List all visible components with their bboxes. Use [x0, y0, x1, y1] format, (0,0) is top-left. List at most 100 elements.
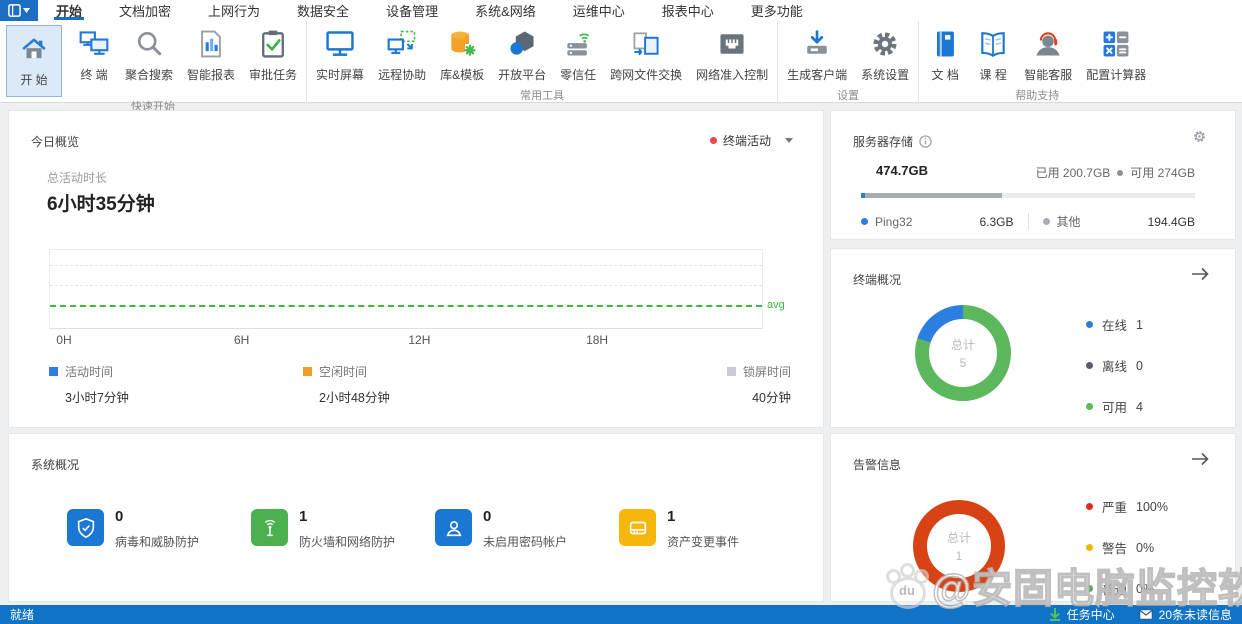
legend-label: 警告 — [1102, 542, 1128, 556]
ribbon-button-label: 网络准入控制 — [696, 68, 769, 82]
chevron-down-icon — [785, 138, 793, 143]
legend-item-warning: 警告 0% — [1086, 538, 1226, 557]
panel-server-storage: 服务器存储 474.7GB 已用 200.7GB 可用 274GB Ping32… — [830, 110, 1236, 240]
donut-center-value: 1 — [955, 549, 963, 563]
search-icon — [132, 27, 166, 61]
ribbon-button-file-exchange[interactable]: 跨网文件交换 — [603, 24, 689, 86]
arrow-right-icon[interactable] — [1191, 267, 1209, 286]
tab-device-management[interactable]: 设备管理 — [386, 0, 438, 21]
ribbon-button-label: 聚合搜索 — [125, 68, 174, 82]
unread-messages-label: 20条未读信息 — [1158, 608, 1232, 622]
ribbon-button-course[interactable]: 课 程 — [969, 24, 1017, 86]
system-item-firewall[interactable]: 1 防火墙和网络防护 — [251, 509, 435, 550]
storage-settings-gear-icon[interactable] — [1192, 129, 1207, 149]
ribbon-group-settings: 生成客户端 系统设置 设置 — [778, 21, 920, 102]
alerts-legend: 严重 100% 警告 0% 普通 0% — [1086, 497, 1226, 620]
panel-title: 系统概况 — [31, 458, 80, 472]
tab-report-center[interactable]: 报表中心 — [662, 0, 714, 21]
total-activity-value: 6小时35分钟 — [47, 194, 155, 215]
legend-value: 0 — [1136, 358, 1143, 373]
info-icon[interactable] — [919, 135, 932, 148]
terminal-activity-dropdown[interactable]: 终端活动 — [709, 132, 793, 149]
ribbon-button-smart-service[interactable]: 智能客服 — [1017, 24, 1079, 86]
ribbon-button-home[interactable]: 开 始 — [6, 25, 62, 97]
ribbon-button-label: 智能报表 — [187, 68, 236, 82]
zero-trust-icon — [561, 27, 595, 61]
ribbon-button-smart-report[interactable]: 智能报表 — [180, 24, 242, 86]
ribbon-button-config-calculator[interactable]: 配置计算器 — [1079, 24, 1153, 86]
remote-assist-icon — [385, 27, 419, 61]
panel-system-overview: 系统概况 0 病毒和威胁防护 1 防火墙和网络防护 0 未启用密码帐户 1 资产… — [8, 433, 824, 602]
ribbon-button-label: 远程协助 — [378, 68, 427, 82]
legend-item-normal: 普通 0% — [1086, 579, 1226, 598]
legend-label: 离线 — [1102, 360, 1128, 374]
ribbon-button-realtime-screen[interactable]: 实时屏幕 — [309, 24, 371, 86]
legend-item-online: 在线 1 — [1086, 315, 1226, 334]
tab-web-behavior[interactable]: 上网行为 — [208, 0, 260, 21]
ribbon-toolbar: 开 始 终 端 聚合搜索 智能报表 审批任务 快速开始 实时屏幕 远程协助 库&… — [0, 21, 1242, 113]
panel-terminal-overview: 终端概况 总计 5 在线 1 离线 0 可用 4 — [830, 248, 1236, 428]
legend-swatch — [726, 367, 736, 376]
unread-messages-button[interactable]: 20条未读信息 — [1138, 606, 1232, 623]
tab-ops-center[interactable]: 运维中心 — [573, 0, 625, 21]
tab-data-security[interactable]: 数据安全 — [297, 0, 349, 21]
ribbon-tab-bar: 开始 文档加密 上网行为 数据安全 设备管理 系统&网络 运维中心 报表中心 更… — [0, 0, 1242, 21]
ribbon-button-remote-assist[interactable]: 远程协助 — [371, 24, 433, 86]
chart-legend: 活动时间 3小时7分钟 空闲时间 2小时48分钟 锁屏时间 40分钟 — [49, 363, 793, 406]
ribbon-button-label: 课 程 — [979, 68, 1007, 82]
ribbon-button-label: 开 始 — [20, 73, 48, 87]
ribbon-button-docs[interactable]: 文 档 — [921, 24, 969, 86]
storage-used-label: 已用 200.7GB — [1035, 166, 1111, 180]
legend-label: 严重 — [1102, 501, 1128, 515]
tab-more-features[interactable]: 更多功能 — [751, 0, 803, 21]
ribbon-button-open-platform[interactable]: 开放平台 — [491, 24, 553, 86]
tab-doc-encryption[interactable]: 文档加密 — [119, 0, 171, 21]
alerts-donut-chart: 总计 1 — [913, 500, 1005, 592]
approval-task-icon — [256, 27, 290, 61]
legend-label: 锁屏时间 — [742, 365, 791, 379]
system-item-virus-protection[interactable]: 0 病毒和威胁防护 — [67, 509, 251, 550]
ribbon-button-generate-client[interactable]: 生成客户端 — [780, 24, 854, 86]
divider — [1027, 213, 1029, 230]
tab-system-network[interactable]: 系统&网络 — [475, 0, 536, 21]
task-center-label: 任务中心 — [1066, 608, 1115, 622]
activity-bar-chart: avg — [49, 249, 785, 329]
legend-value: 100% — [1136, 499, 1168, 514]
storage-item-other: 其他 194.4GB — [1042, 213, 1195, 230]
ribbon-button-zero-trust[interactable]: 零信任 — [553, 24, 603, 86]
ribbon-button-approval-task[interactable]: 审批任务 — [242, 24, 304, 86]
shield-check-icon — [67, 509, 104, 546]
legend-value: 3小时7分钟 — [65, 391, 129, 405]
system-item-password-account[interactable]: 0 未启用密码帐户 — [435, 509, 619, 550]
ribbon-button-label: 文 档 — [931, 68, 959, 82]
ribbon-button-label: 终 端 — [80, 68, 108, 82]
dropdown-label: 终端活动 — [722, 134, 771, 148]
app-menu-button[interactable] — [0, 0, 38, 21]
ribbon-button-aggregate-search[interactable]: 聚合搜索 — [118, 24, 180, 86]
system-item-asset-change[interactable]: 1 资产变更事件 — [619, 509, 803, 550]
legend-item-offline: 离线 0 — [1086, 356, 1226, 375]
storage-breakdown: Ping32 6.3GB 其他 194.4GB — [861, 213, 1195, 230]
ribbon-button-label: 开放平台 — [498, 68, 547, 82]
ribbon-button-terminals[interactable]: 终 端 — [70, 24, 118, 86]
ribbon-button-system-settings[interactable]: 系统设置 — [854, 24, 916, 86]
system-item-label: 资产变更事件 — [667, 535, 740, 549]
red-dot-icon — [709, 137, 717, 144]
storage-used-free: 已用 200.7GB 可用 274GB — [1036, 164, 1195, 181]
network-access-icon — [715, 27, 749, 61]
storage-free-label: 可用 274GB — [1130, 166, 1195, 180]
account-icon — [435, 509, 472, 546]
legend-item-active: 活动时间 3小时7分钟 — [49, 363, 293, 406]
legend-item-lock: 锁屏时间 40分钟 — [547, 363, 793, 406]
smart-service-icon — [1031, 27, 1065, 61]
system-item-label: 未启用密码帐户 — [483, 535, 568, 549]
config-calculator-icon — [1099, 27, 1133, 61]
envelope-icon — [1138, 609, 1153, 620]
system-item-label: 防火墙和网络防护 — [299, 535, 396, 549]
arrow-right-icon[interactable] — [1191, 452, 1209, 471]
ribbon-button-label: 零信任 — [560, 68, 597, 82]
ribbon-button-network-access[interactable]: 网络准入控制 — [689, 24, 775, 86]
ribbon-button-library-template[interactable]: 库&模板 — [433, 24, 491, 86]
tab-home[interactable]: 开始 — [53, 0, 85, 21]
task-center-button[interactable]: 任务中心 — [1049, 606, 1115, 623]
